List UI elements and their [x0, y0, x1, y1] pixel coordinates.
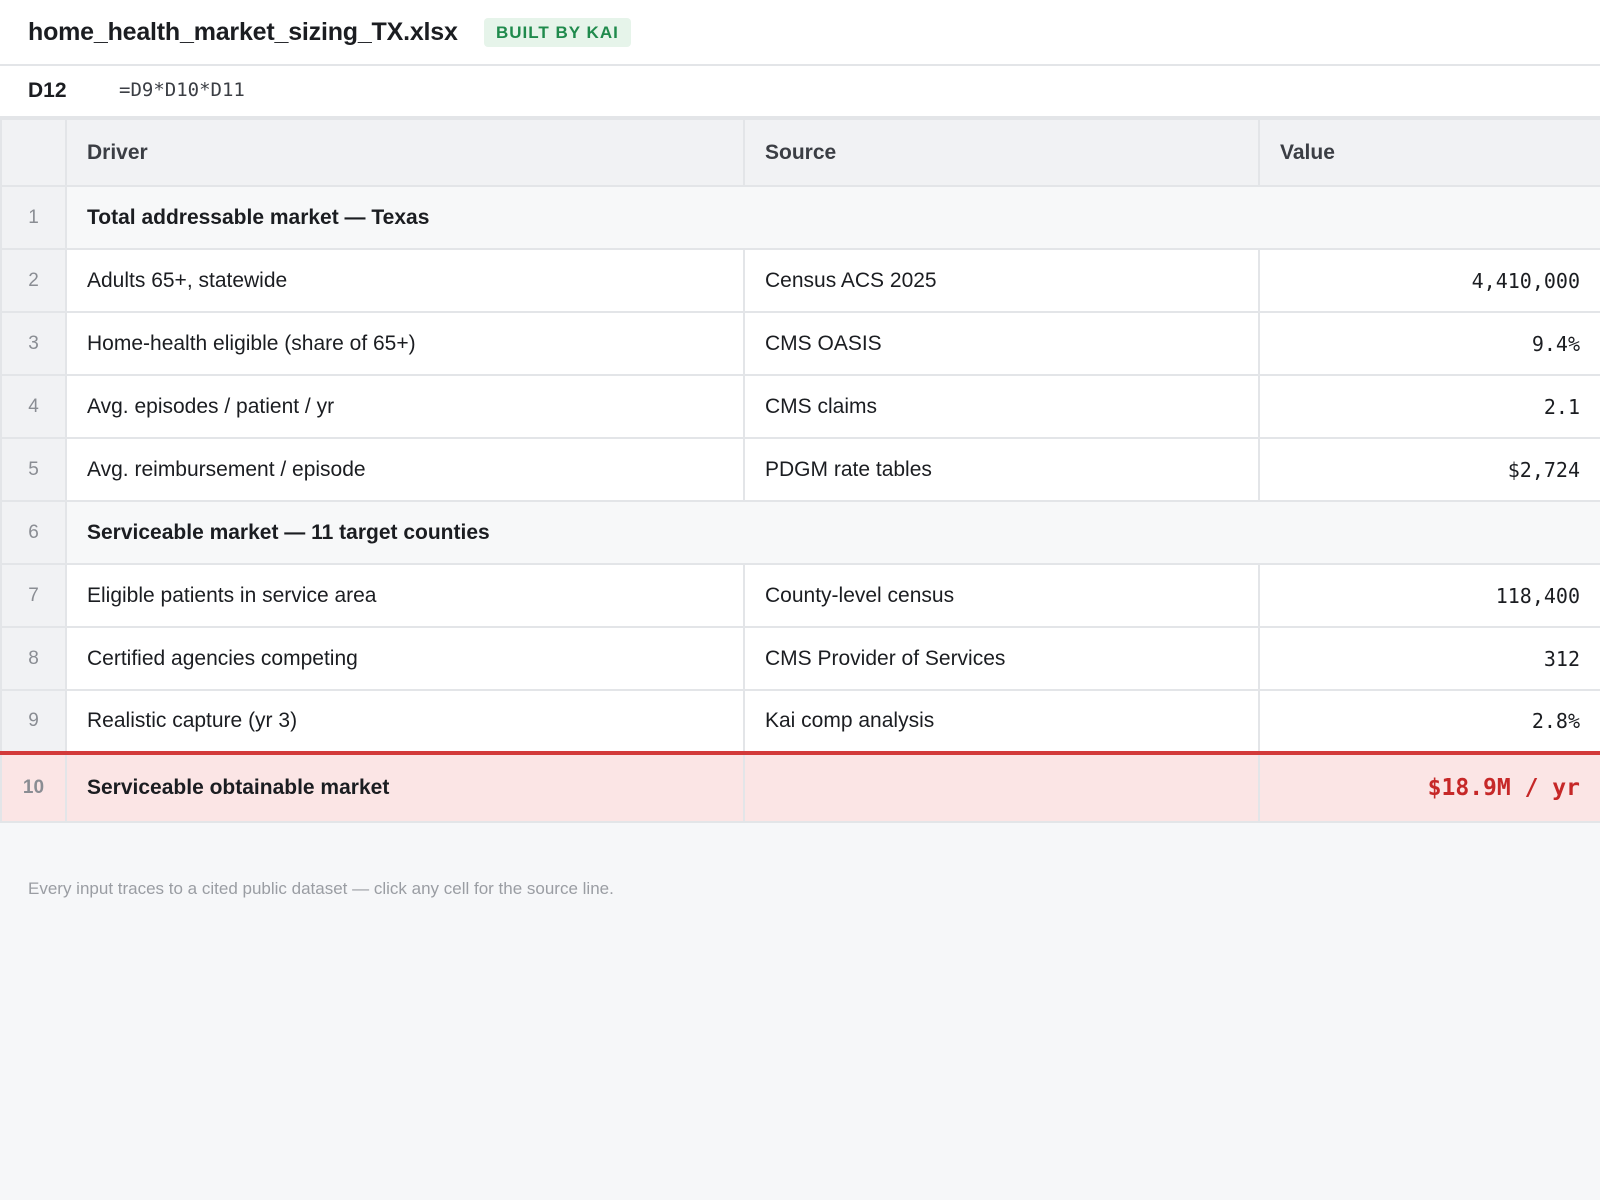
- row-number[interactable]: 2: [0, 248, 67, 313]
- table-row: 2 Adults 65+, statewide Census ACS 2025 …: [0, 248, 1600, 313]
- formula-bar: D12 =D9*D10*D11: [0, 66, 1600, 118]
- source-cell[interactable]: [743, 751, 1260, 823]
- table-row: 4 Avg. episodes / patient / yr CMS claim…: [0, 374, 1600, 439]
- source-cell[interactable]: Kai comp analysis: [743, 689, 1260, 754]
- row-number[interactable]: 1: [0, 185, 67, 250]
- source-cell[interactable]: CMS OASIS: [743, 311, 1260, 376]
- driver-cell[interactable]: Avg. episodes / patient / yr: [65, 374, 745, 439]
- source-cell[interactable]: PDGM rate tables: [743, 437, 1260, 502]
- driver-cell[interactable]: Realistic capture (yr 3): [65, 689, 745, 754]
- source-cell[interactable]: County-level census: [743, 563, 1260, 628]
- source-cell[interactable]: CMS Provider of Services: [743, 626, 1260, 691]
- value-cell[interactable]: 2.1: [1258, 374, 1600, 439]
- table-row: 5 Avg. reimbursement / episode PDGM rate…: [0, 437, 1600, 502]
- column-header-value[interactable]: Value: [1258, 118, 1600, 187]
- column-header-source[interactable]: Source: [743, 118, 1260, 187]
- section-label[interactable]: Total addressable market — Texas: [65, 185, 1600, 250]
- total-label[interactable]: Serviceable obtainable market: [65, 751, 745, 823]
- driver-cell[interactable]: Avg. reimbursement / episode: [65, 437, 745, 502]
- header-row: Driver Source Value: [0, 118, 1600, 187]
- driver-cell[interactable]: Eligible patients in service area: [65, 563, 745, 628]
- value-cell[interactable]: 2.8%: [1258, 689, 1600, 754]
- corner-cell[interactable]: [0, 118, 67, 187]
- source-cell[interactable]: CMS claims: [743, 374, 1260, 439]
- row-number[interactable]: 10: [0, 751, 67, 823]
- section-row: 6 Serviceable market — 11 target countie…: [0, 500, 1600, 565]
- value-cell[interactable]: 9.4%: [1258, 311, 1600, 376]
- row-number[interactable]: 8: [0, 626, 67, 691]
- footnote: Every input traces to a cited public dat…: [28, 879, 614, 898]
- total-row: 10 Serviceable obtainable market $18.9M …: [0, 751, 1600, 823]
- driver-cell[interactable]: Adults 65+, statewide: [65, 248, 745, 313]
- value-cell[interactable]: 312: [1258, 626, 1600, 691]
- built-by-badge: BUILT BY KAI: [484, 18, 631, 47]
- cell-reference[interactable]: D12: [28, 79, 67, 103]
- title-bar: home_health_market_sizing_TX.xlsx BUILT …: [0, 0, 1600, 66]
- row-number[interactable]: 3: [0, 311, 67, 376]
- driver-cell[interactable]: Certified agencies competing: [65, 626, 745, 691]
- table-row: 3 Home-health eligible (share of 65+) CM…: [0, 311, 1600, 376]
- table-row: 9 Realistic capture (yr 3) Kai comp anal…: [0, 689, 1600, 754]
- total-value[interactable]: $18.9M / yr: [1258, 751, 1600, 823]
- file-name: home_health_market_sizing_TX.xlsx: [28, 18, 458, 46]
- table-row: 8 Certified agencies competing CMS Provi…: [0, 626, 1600, 691]
- column-header-driver[interactable]: Driver: [65, 118, 745, 187]
- row-number[interactable]: 7: [0, 563, 67, 628]
- driver-cell[interactable]: Home-health eligible (share of 65+): [65, 311, 745, 376]
- table-row: 7 Eligible patients in service area Coun…: [0, 563, 1600, 628]
- formula-input[interactable]: =D9*D10*D11: [119, 79, 245, 101]
- row-number[interactable]: 4: [0, 374, 67, 439]
- section-label[interactable]: Serviceable market — 11 target counties: [65, 500, 1600, 565]
- spreadsheet-grid: Driver Source Value 1 Total addressable …: [0, 118, 1600, 823]
- row-number[interactable]: 5: [0, 437, 67, 502]
- source-cell[interactable]: Census ACS 2025: [743, 248, 1260, 313]
- value-cell[interactable]: $2,724: [1258, 437, 1600, 502]
- row-number[interactable]: 6: [0, 500, 67, 565]
- row-number[interactable]: 9: [0, 689, 67, 754]
- section-row: 1 Total addressable market — Texas: [0, 185, 1600, 250]
- value-cell[interactable]: 4,410,000: [1258, 248, 1600, 313]
- value-cell[interactable]: 118,400: [1258, 563, 1600, 628]
